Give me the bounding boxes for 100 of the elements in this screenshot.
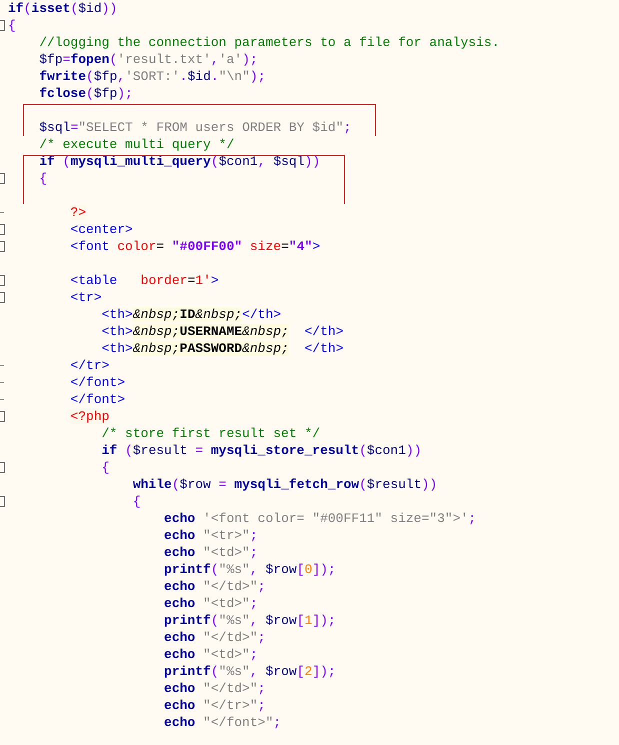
- code-comment: //logging the connection parameters to a file for analysis.: [39, 35, 500, 50]
- html-tag: </th>: [288, 341, 344, 356]
- code-punctuation: {: [132, 494, 141, 509]
- code-string: "\n": [218, 69, 250, 84]
- fold-marker-icon[interactable]: [0, 411, 5, 422]
- code-keyword: printf: [164, 664, 211, 679]
- code-text: USERNAME: [180, 324, 242, 339]
- code-punctuation: =: [218, 477, 228, 492]
- code-punctuation: ;: [258, 630, 266, 645]
- html-attribute: border: [140, 273, 188, 288]
- fold-marker-icon[interactable]: [0, 292, 5, 303]
- code-string: '<font color= "#00FF11" size="3">': [202, 511, 468, 526]
- code-variable: $row: [265, 562, 297, 577]
- code-punctuation: {: [8, 18, 16, 33]
- code-variable: $row: [265, 613, 297, 628]
- code-punctuation: ,: [250, 664, 259, 679]
- fold-marker-icon[interactable]: [0, 496, 5, 507]
- attribute-value: "4": [288, 239, 312, 254]
- code-string: 'result.txt': [117, 52, 211, 67]
- fold-marker-icon[interactable]: [0, 224, 5, 235]
- code-variable: $con1: [366, 443, 406, 458]
- code-punctuation: )): [422, 477, 438, 492]
- code-string: "SELECT * FROM users ORDER BY $id": [78, 120, 344, 135]
- html-tag: </tr>: [70, 358, 110, 373]
- fold-line-icon: [0, 212, 4, 213]
- code-punctuation: )): [304, 154, 320, 169]
- html-tag: >: [210, 273, 219, 288]
- code-variable: $con1: [218, 154, 258, 169]
- code-variable: $fp: [94, 86, 118, 101]
- code-string: "<tr>": [202, 528, 250, 543]
- code-keyword: echo: [164, 630, 196, 645]
- code-string: "<td>": [202, 545, 250, 560]
- php-tag: ?>: [70, 205, 86, 220]
- code-punctuation: ]);: [312, 562, 336, 577]
- code-variable: $fp: [39, 52, 63, 67]
- code-text: =: [281, 239, 289, 254]
- fold-marker-icon[interactable]: [0, 241, 5, 252]
- code-comment: /* execute multi query */: [39, 137, 234, 152]
- fold-line-icon: [0, 399, 4, 400]
- code-punctuation: (: [86, 86, 94, 101]
- fold-marker-icon[interactable]: [0, 462, 5, 473]
- code-punctuation: ;: [250, 596, 258, 611]
- code-punctuation: ,: [258, 154, 267, 169]
- code-text: =: [187, 273, 196, 288]
- html-entity: &nbsp;: [242, 324, 289, 339]
- code-string: "%s": [218, 562, 250, 577]
- code-punctuation: .: [210, 69, 219, 84]
- html-tag: <th>: [102, 341, 133, 356]
- code-variable: $row: [265, 664, 297, 679]
- code-variable: $row: [180, 477, 211, 492]
- code-punctuation: [: [296, 664, 305, 679]
- code-number: 1: [304, 613, 312, 628]
- code-punctuation: );: [117, 86, 133, 101]
- code-punctuation: ]);: [312, 613, 336, 628]
- fold-marker-icon[interactable]: [0, 275, 5, 286]
- code-keyword: while: [132, 477, 172, 492]
- html-attribute: color: [117, 239, 156, 254]
- code-variable: $id: [187, 69, 211, 84]
- code-variable: $fp: [94, 69, 118, 84]
- code-punctuation: ]);: [312, 664, 336, 679]
- code-number: 0: [304, 562, 312, 577]
- code-punctuation: (: [210, 154, 219, 169]
- code-string: "%s": [218, 613, 250, 628]
- html-tag: <th>: [102, 307, 133, 322]
- code-punctuation: =: [194, 443, 204, 458]
- code-punctuation: {: [102, 460, 110, 475]
- html-entity: &nbsp;: [132, 324, 180, 339]
- code-punctuation: (: [172, 477, 180, 492]
- code-punctuation: );: [242, 52, 258, 67]
- code-keyword: fclose: [39, 86, 86, 101]
- code-punctuation: (: [70, 1, 78, 16]
- code-punctuation: ;: [258, 698, 266, 713]
- code-variable: $result: [366, 477, 422, 492]
- code-keyword: fwrite: [39, 69, 86, 84]
- html-tag: <table: [70, 273, 141, 288]
- code-punctuation: [: [296, 613, 305, 628]
- html-tag: <center>: [70, 222, 133, 237]
- code-punctuation: )): [406, 443, 422, 458]
- html-attribute: size: [248, 239, 282, 254]
- code-punctuation: ;: [258, 681, 266, 696]
- code-string: "</td>": [202, 630, 258, 645]
- code-keyword: echo: [164, 596, 196, 611]
- code-keyword: echo: [164, 715, 196, 730]
- code-punctuation: ;: [468, 511, 476, 526]
- code-keyword: echo: [164, 511, 196, 526]
- code-string: "<td>": [202, 596, 250, 611]
- code-punctuation: {: [39, 171, 48, 186]
- code-punctuation: (: [210, 613, 219, 628]
- html-entity: &nbsp;: [132, 307, 180, 322]
- code-string: "</font>": [202, 715, 274, 730]
- code-keyword: printf: [164, 562, 211, 577]
- code-keyword: echo: [164, 545, 196, 560]
- code-string: "</td>": [202, 579, 258, 594]
- code-text: =: [156, 239, 166, 254]
- html-tag: </font>: [70, 375, 126, 390]
- code-punctuation: ;: [273, 715, 282, 730]
- html-tag: </font>: [70, 392, 126, 407]
- fold-marker-icon[interactable]: [0, 173, 5, 184]
- code-variable: $result: [132, 443, 188, 458]
- fold-marker-icon[interactable]: [0, 20, 5, 31]
